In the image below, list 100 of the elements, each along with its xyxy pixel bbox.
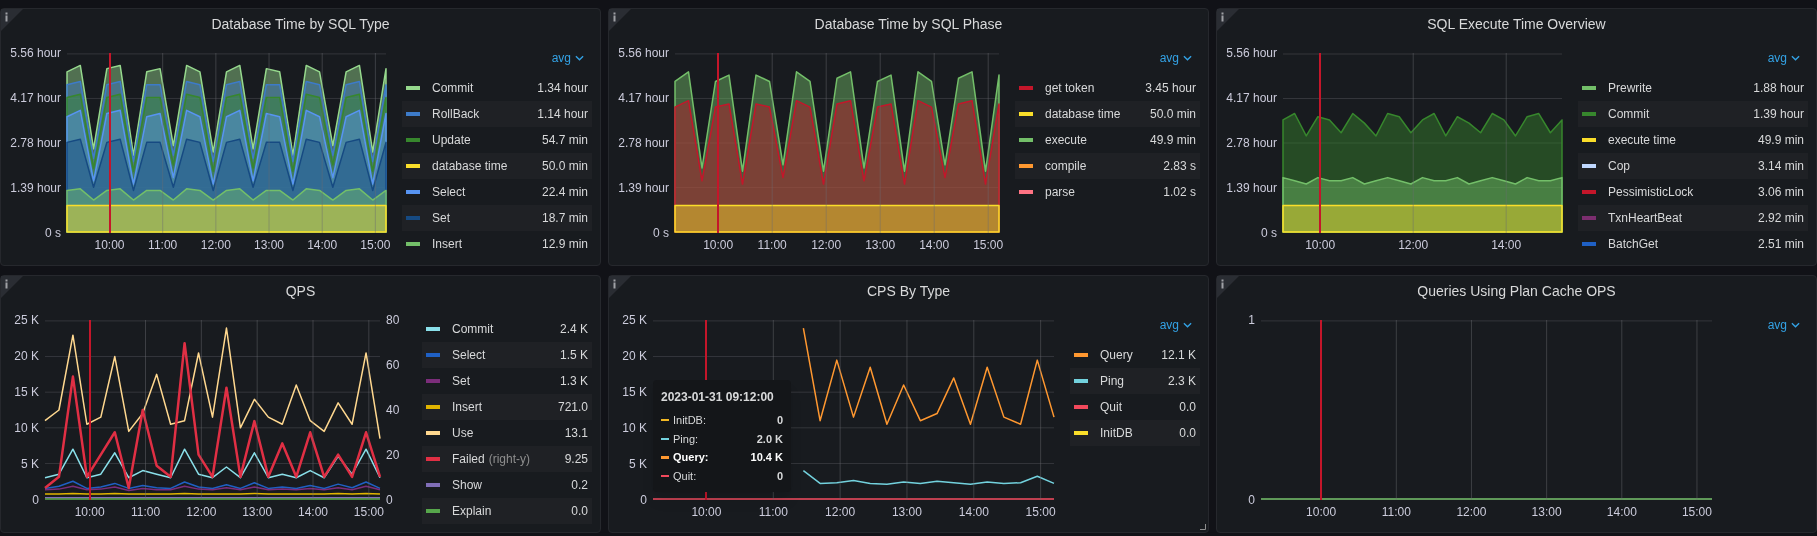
series-name: Commit <box>452 321 494 338</box>
x-axis-label: 13:00 <box>1531 505 1562 519</box>
tooltip-value: 0 <box>775 468 783 484</box>
series-value: 50.0 min <box>1149 106 1196 123</box>
series-value: 22.4 min <box>541 184 588 201</box>
x-axis-label: 12:00 <box>1456 505 1487 519</box>
legend-item[interactable]: Prewrite 1.88 hour <box>1578 75 1808 101</box>
series-value: 2.4 K <box>559 321 588 338</box>
x-axis-label: 12:00 <box>200 238 231 252</box>
sort-dropdown[interactable]: avg <box>1767 316 1800 334</box>
legend-item[interactable]: compile 2.83 s <box>1015 153 1200 179</box>
legend-item[interactable]: PessimisticLock 3.06 min <box>1578 179 1808 205</box>
series-name: Insert <box>452 399 482 416</box>
legend-item[interactable]: execute time 49.9 min <box>1578 127 1808 153</box>
series-value: 9.25 <box>564 451 588 468</box>
series-name: Select <box>452 347 486 364</box>
legend-item[interactable]: Select 22.4 min <box>402 179 592 205</box>
series-value: 0.0 <box>571 503 588 520</box>
x-axis-label: 14:00 <box>307 238 338 252</box>
series-name: InitDB <box>1100 425 1133 442</box>
legend-item[interactable]: Commit 1.34 hour <box>402 75 592 101</box>
series-name: execute <box>1045 132 1088 149</box>
legend-item[interactable]: Commit 2.4 K <box>422 316 592 342</box>
legend-item[interactable]: Select 1.5 K <box>422 342 592 368</box>
legend-item[interactable]: Cop 3.14 min <box>1578 153 1808 179</box>
legend-item[interactable]: RollBack 1.14 hour <box>402 101 592 127</box>
legend-item[interactable]: Query 12.1 K <box>1070 342 1200 368</box>
tooltip-time: 2023-01-31 09:12:00 <box>661 389 775 406</box>
series-name: Use <box>452 425 474 442</box>
chevron-down-icon <box>1791 55 1800 61</box>
series-value: 2.51 min <box>1757 236 1804 253</box>
y-axis-label: 1.39 hour <box>1226 181 1277 195</box>
series-name: Quit <box>1100 399 1122 416</box>
legend-item[interactable]: Commit 1.39 hour <box>1578 101 1808 127</box>
sort-dropdown[interactable]: avg <box>1159 49 1192 67</box>
x-axis-label: 10:00 <box>703 238 734 252</box>
y-axis-label: 0 <box>1248 493 1255 507</box>
legend-item[interactable]: Failed (right-y) 9.25 <box>422 446 592 472</box>
panel-title: SQL Execute Time Overview <box>1427 14 1606 34</box>
info-icon[interactable] <box>609 9 631 31</box>
panel-title: CPS By Type <box>867 281 950 301</box>
legend-item[interactable]: Ping 2.3 K <box>1070 368 1200 394</box>
tooltip-label: Query: <box>673 450 710 465</box>
legend-item[interactable]: BatchGet 2.51 min <box>1578 231 1808 257</box>
series-value: 721.0 <box>557 399 588 416</box>
y-axis-label: 5 K <box>629 457 647 471</box>
x-axis-label: 14:00 <box>958 505 989 519</box>
legend-item[interactable]: Explain 0.0 <box>422 498 592 524</box>
legend-item[interactable]: database time 50.0 min <box>1015 101 1200 127</box>
x-axis-label: 10:00 <box>74 505 105 519</box>
x-axis-label: 15:00 <box>973 238 1004 252</box>
series-name: PessimisticLock <box>1608 184 1694 201</box>
info-icon[interactable] <box>609 276 631 298</box>
x-axis-label: 11:00 <box>148 238 178 252</box>
series-name: Commit <box>432 80 474 97</box>
x-axis-label: 15:00 <box>360 238 391 252</box>
legend-item[interactable]: Set 1.3 K <box>422 368 592 394</box>
tooltip-value: 0 <box>775 413 783 428</box>
sort-dropdown[interactable]: avg <box>551 49 584 67</box>
legend-item[interactable]: Set 18.7 min <box>402 205 592 231</box>
info-icon[interactable] <box>1217 9 1239 31</box>
series-name: Set <box>452 373 470 390</box>
legend-item[interactable]: TxnHeartBeat 2.92 min <box>1578 205 1808 231</box>
series-value: 2.3 K <box>1167 373 1196 390</box>
y-axis-label: 0 <box>386 493 393 507</box>
sort-dropdown[interactable]: avg <box>1159 316 1192 334</box>
series-value: 12.1 K <box>1161 347 1196 364</box>
series-value: 1.14 hour <box>537 106 588 123</box>
sort-dropdown[interactable]: avg <box>1767 49 1800 67</box>
series-name: get token <box>1045 80 1095 97</box>
info-icon[interactable] <box>1 276 23 298</box>
legend-item[interactable]: get token 3.45 hour <box>1015 75 1200 101</box>
legend-item[interactable]: database time 50.0 min <box>402 153 592 179</box>
y-axis-label: 10 K <box>622 421 647 435</box>
y-axis-label: 4.17 hour <box>1226 91 1277 105</box>
series-name: Ping <box>1100 373 1125 390</box>
series-value: 13.1 <box>564 425 588 442</box>
y-axis-label: 15 K <box>14 385 39 399</box>
x-axis-label: 14:00 <box>1491 238 1522 252</box>
legend-item[interactable]: Insert 12.9 min <box>402 231 592 257</box>
y-axis-label: 5.56 hour <box>1226 46 1277 60</box>
legend-item[interactable]: Update 54.7 min <box>402 127 592 153</box>
series-value: 3.45 hour <box>1145 80 1196 97</box>
info-icon[interactable] <box>1217 276 1239 298</box>
x-axis-label: 10:00 <box>1306 505 1337 519</box>
series-value: 1.3 K <box>559 373 588 390</box>
resize-handle-icon[interactable] <box>1200 524 1206 530</box>
info-icon[interactable] <box>1 9 23 31</box>
chevron-down-icon <box>1791 322 1800 328</box>
legend-item[interactable]: Show 0.2 <box>422 472 592 498</box>
legend-item[interactable]: parse 1.02 s <box>1015 179 1200 205</box>
legend-item[interactable]: InitDB 0.0 <box>1070 420 1200 446</box>
legend-item[interactable]: Use 13.1 <box>422 420 592 446</box>
legend-item[interactable]: Insert 721.0 <box>422 394 592 420</box>
x-axis-label: 15:00 <box>353 505 384 519</box>
x-axis-label: 15:00 <box>1681 505 1712 519</box>
x-axis-label: 10:00 <box>94 238 125 252</box>
y-axis-label: 0 s <box>45 226 61 240</box>
legend-item[interactable]: execute 49.9 min <box>1015 127 1200 153</box>
legend-item[interactable]: Quit 0.0 <box>1070 394 1200 420</box>
